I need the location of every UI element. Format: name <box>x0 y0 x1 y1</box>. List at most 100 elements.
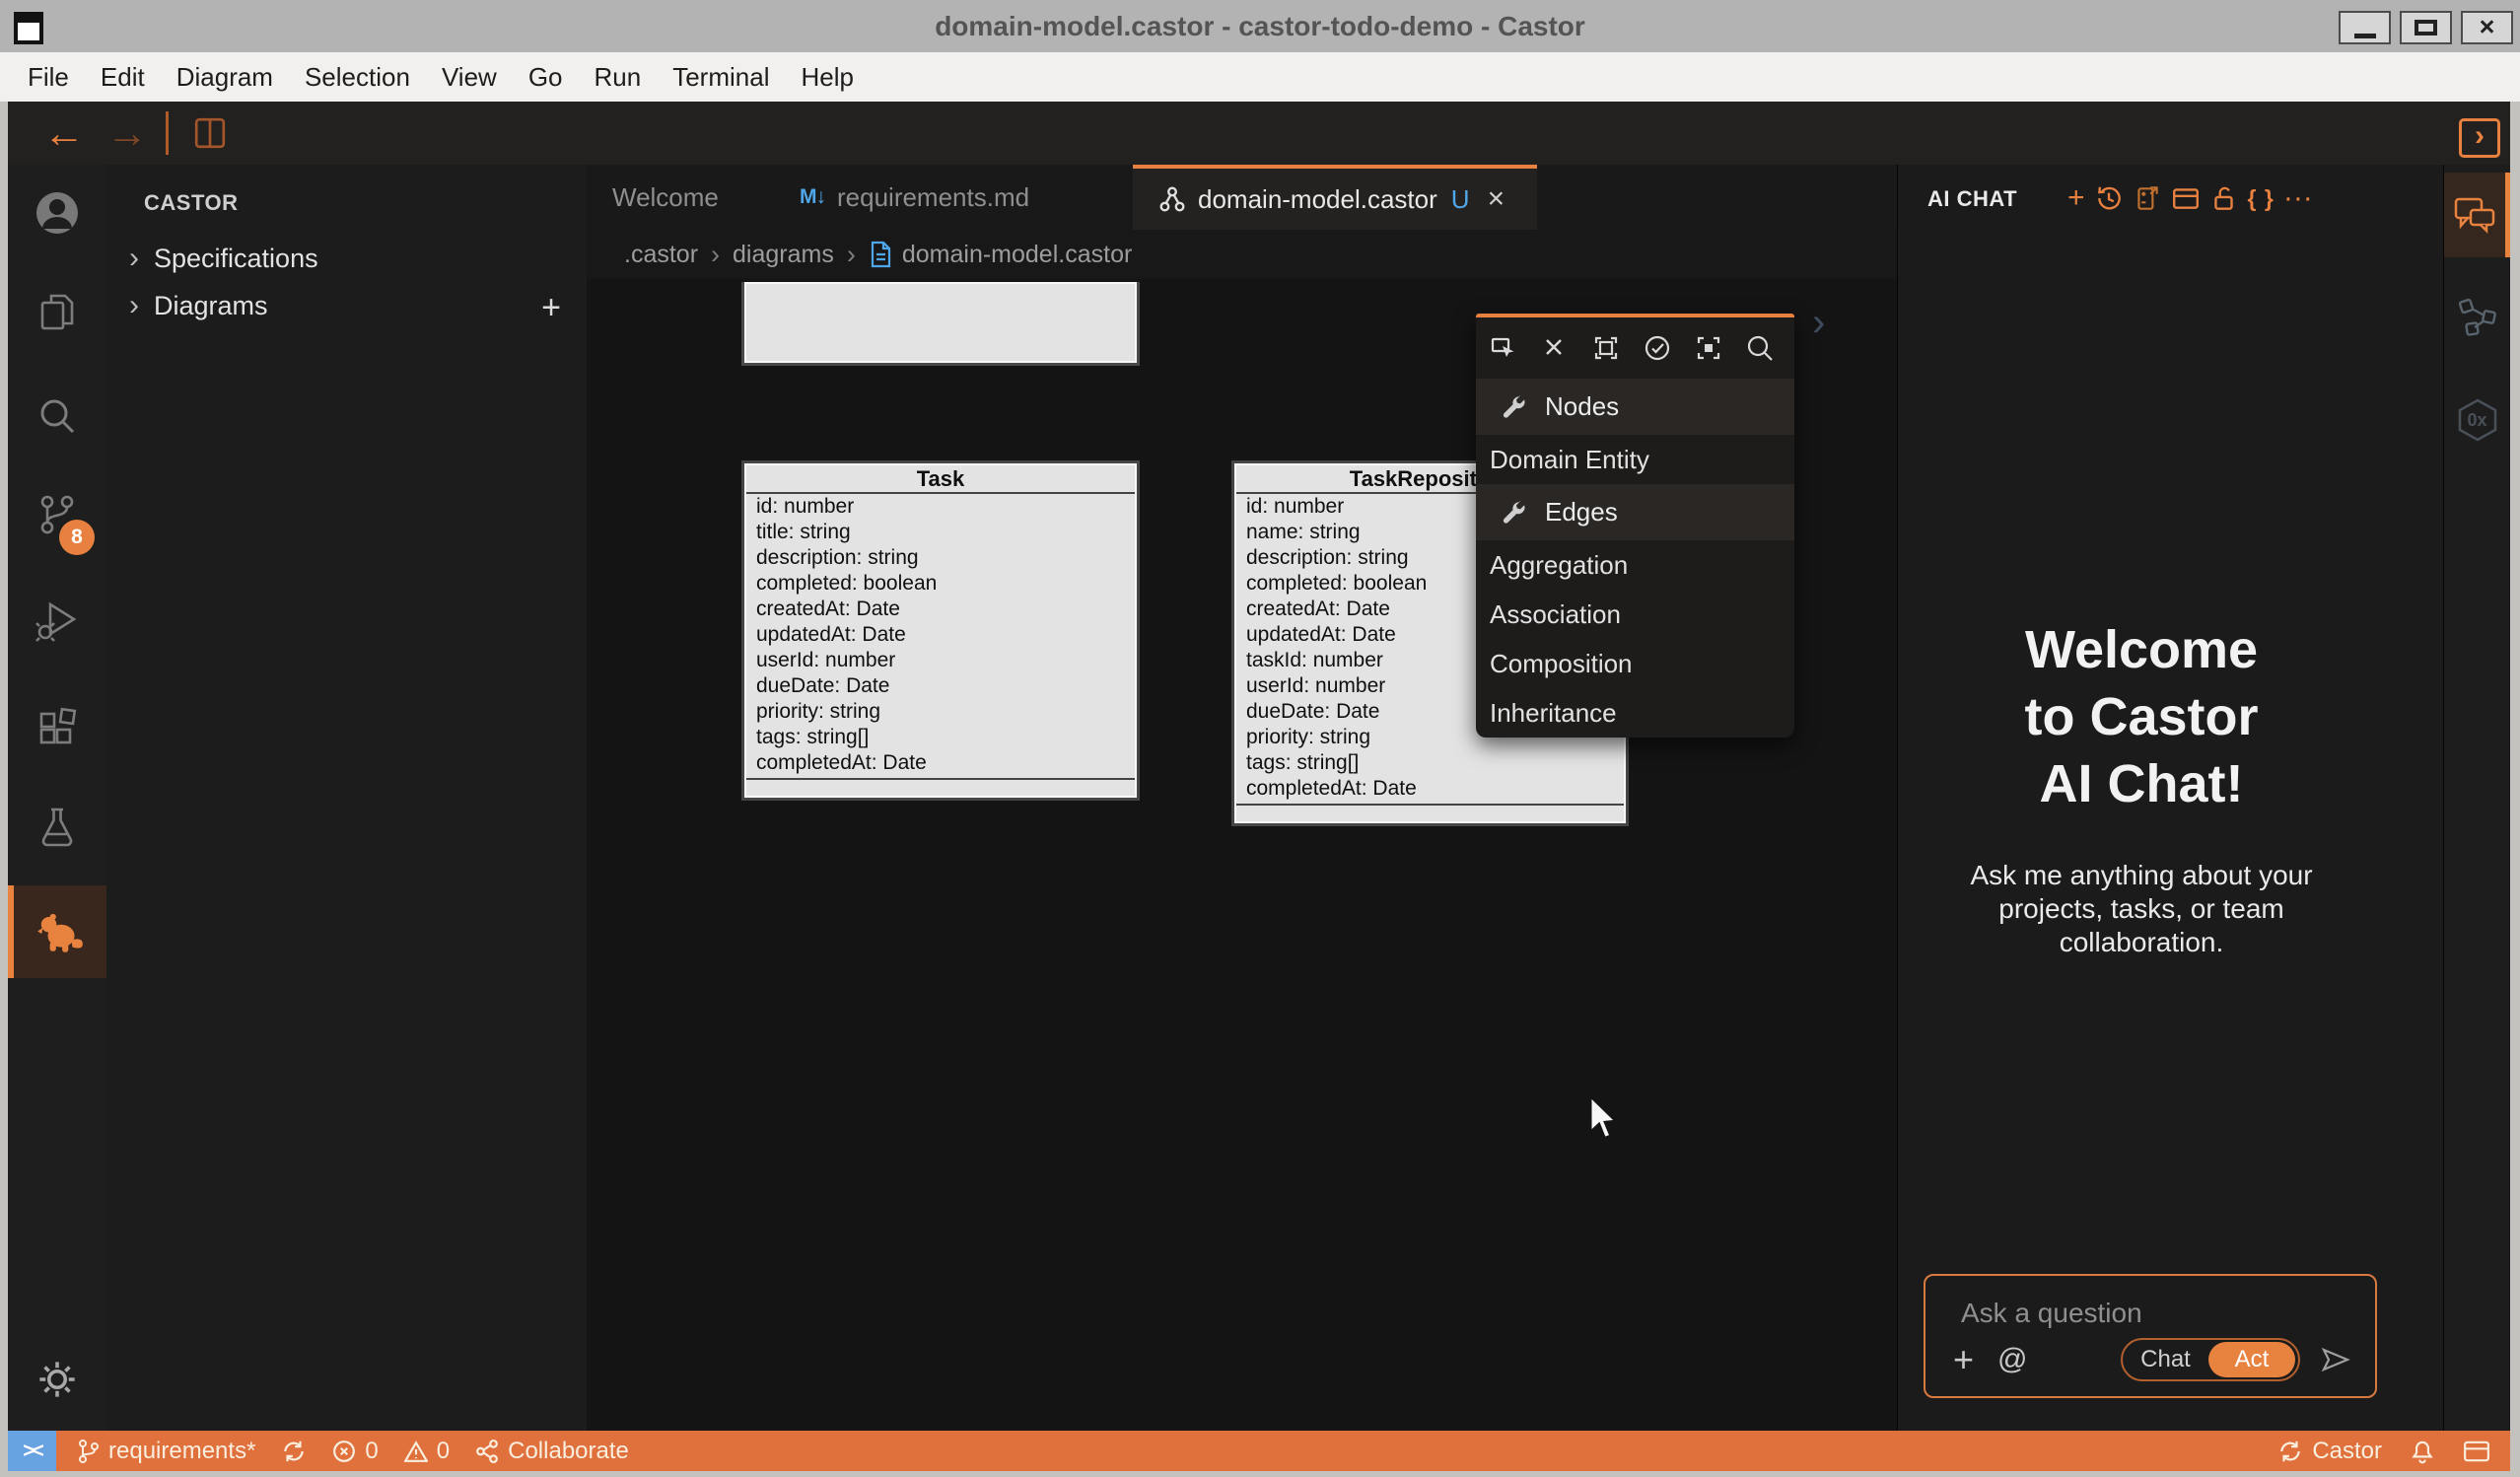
history-icon[interactable] <box>2094 183 2124 213</box>
warning-icon <box>404 1440 428 1463</box>
sidebar-title: CASTOR <box>144 190 239 216</box>
send-icon[interactable] <box>2320 1344 2351 1375</box>
palette-collapse-icon[interactable]: › <box>1812 301 1825 345</box>
chevron-right-icon: › <box>118 289 150 322</box>
center-view-icon[interactable] <box>1694 333 1723 363</box>
attach-plus-icon[interactable]: + <box>1953 1342 1974 1377</box>
maximize-button[interactable] <box>2400 11 2452 44</box>
extensions-icon[interactable] <box>35 705 80 750</box>
mode-chat-option[interactable]: Chat <box>2123 1346 2208 1373</box>
chat-input-placeholder[interactable]: Ask a question <box>1961 1298 2142 1329</box>
palette-item-association[interactable]: Association <box>1476 590 1794 639</box>
git-branch-icon <box>76 1439 100 1464</box>
toolbar-divider <box>166 111 169 155</box>
collaborate-status[interactable]: Collaborate <box>475 1438 629 1465</box>
palette-item-composition[interactable]: Composition <box>1476 639 1794 688</box>
palette-section-nodes[interactable]: Nodes <box>1476 379 1794 435</box>
node-methods-empty <box>1236 806 1624 821</box>
new-chat-icon[interactable]: + <box>2067 183 2085 213</box>
bell-icon[interactable] <box>2410 1438 2435 1465</box>
menu-selection[interactable]: Selection <box>289 62 426 93</box>
add-diagram-button[interactable]: + <box>541 291 561 324</box>
forward-arrow-icon[interactable]: → <box>106 107 148 159</box>
error-status[interactable]: 0 <box>332 1438 378 1465</box>
node-attributes: id: number title: string description: st… <box>746 494 1135 780</box>
explorer-icon[interactable] <box>35 288 80 333</box>
editor-toolbar: ← → › <box>8 102 2510 165</box>
panel-layout-icon[interactable] <box>2463 1440 2490 1463</box>
diagram-file-icon <box>1158 185 1186 213</box>
palette-section-edges[interactable]: Edges <box>1476 484 1794 540</box>
menu-view[interactable]: View <box>426 62 513 93</box>
more-actions-icon[interactable]: ··· <box>2283 183 2313 213</box>
partial-node[interactable] <box>741 282 1140 366</box>
hex-tool-item[interactable]: 0x <box>2455 397 2500 443</box>
close-button[interactable]: × <box>2461 11 2513 44</box>
mode-act-option[interactable]: Act <box>2208 1342 2295 1377</box>
account-icon[interactable] <box>35 190 80 236</box>
sync-icon <box>2277 1439 2303 1464</box>
fit-view-icon[interactable] <box>1591 333 1621 363</box>
search-icon[interactable] <box>35 393 80 439</box>
node-title: Task <box>746 465 1135 494</box>
warning-status[interactable]: 0 <box>404 1438 450 1465</box>
back-arrow-icon[interactable]: ← <box>43 107 85 159</box>
export-chat-icon[interactable] <box>2133 183 2162 213</box>
delete-tool-icon[interactable] <box>1540 333 1570 363</box>
chevron-right-icon: › <box>847 240 856 270</box>
chat-mode-toggle[interactable]: Chat Act <box>2121 1338 2300 1381</box>
layout-icon[interactable] <box>2171 183 2201 213</box>
title-bar: domain-model.castor - castor-todo-demo -… <box>0 0 2520 52</box>
castor-status[interactable]: Castor <box>2277 1438 2382 1465</box>
run-debug-icon[interactable] <box>35 597 80 642</box>
tab-welcome[interactable]: Welcome <box>587 165 774 230</box>
branch-status[interactable]: requirements* <box>76 1438 255 1465</box>
remote-indicator[interactable]: >< <box>8 1431 56 1471</box>
menu-diagram[interactable]: Diagram <box>161 62 289 93</box>
breadcrumb: .castor › diagrams › domain-model.castor <box>587 230 1897 279</box>
menu-bar: File Edit Diagram Selection View Go Run … <box>0 52 2520 102</box>
palette-item-domain-entity[interactable]: Domain Entity <box>1476 435 1794 484</box>
castor-activity-item[interactable] <box>8 885 106 978</box>
menu-edit[interactable]: Edit <box>85 62 161 93</box>
menu-help[interactable]: Help <box>785 62 869 93</box>
right-activity-bar: 0x <box>2443 165 2510 1431</box>
chat-header-actions: + <box>2067 178 2313 218</box>
status-bar: >< requirements* 0 <box>8 1431 2510 1471</box>
menu-run[interactable]: Run <box>579 62 658 93</box>
sidebar: CASTOR › Specifications › Diagrams + <box>106 165 587 1431</box>
braces-icon[interactable]: { } <box>2248 187 2275 210</box>
sync-icon[interactable] <box>281 1439 307 1464</box>
breadcrumb-file[interactable]: domain-model.castor <box>902 241 1132 269</box>
test-flask-icon[interactable] <box>35 804 80 849</box>
select-tool-icon[interactable] <box>1489 333 1518 363</box>
graph-view-icon[interactable] <box>2455 295 2500 340</box>
settings-gear-icon[interactable] <box>37 1360 77 1399</box>
menu-terminal[interactable]: Terminal <box>657 62 785 93</box>
chat-input-actions: + @ Chat Act <box>1953 1337 2351 1382</box>
mention-at-icon[interactable]: @ <box>1997 1343 2027 1376</box>
breadcrumb-diagrams[interactable]: diagrams <box>733 241 834 269</box>
tab-domain-model[interactable]: domain-model.castor U × <box>1133 165 1537 230</box>
unlock-icon[interactable] <box>2209 183 2239 213</box>
ai-chat-activity-item[interactable] <box>2444 173 2510 257</box>
menu-go[interactable]: Go <box>513 62 579 93</box>
sidebar-item-diagrams[interactable]: › Diagrams <box>118 284 587 327</box>
tab-close-icon[interactable]: × <box>1488 182 1505 216</box>
panel-expand-button[interactable]: › <box>2459 118 2500 158</box>
split-editor-icon[interactable] <box>193 116 227 150</box>
diagram-canvas[interactable]: Task id: number title: string descriptio… <box>587 279 1897 1431</box>
breadcrumb-castor[interactable]: .castor <box>624 241 698 269</box>
palette-item-inheritance[interactable]: Inheritance <box>1476 688 1794 738</box>
tab-requirements[interactable]: M↓ requirements.md <box>774 165 1133 230</box>
tab-bar-empty <box>1537 165 1897 230</box>
menu-file[interactable]: File <box>12 62 85 93</box>
zoom-tool-icon[interactable] <box>1745 333 1775 363</box>
window-frame: ← → › <box>0 102 2520 1477</box>
chat-input-box[interactable]: Ask a question + @ Chat Act <box>1924 1274 2377 1398</box>
palette-item-aggregation[interactable]: Aggregation <box>1476 540 1794 590</box>
sidebar-item-specifications[interactable]: › Specifications <box>118 237 587 280</box>
validate-check-icon[interactable] <box>1643 333 1672 363</box>
uml-node-task[interactable]: Task id: number title: string descriptio… <box>741 460 1140 801</box>
minimize-button[interactable] <box>2339 11 2391 44</box>
